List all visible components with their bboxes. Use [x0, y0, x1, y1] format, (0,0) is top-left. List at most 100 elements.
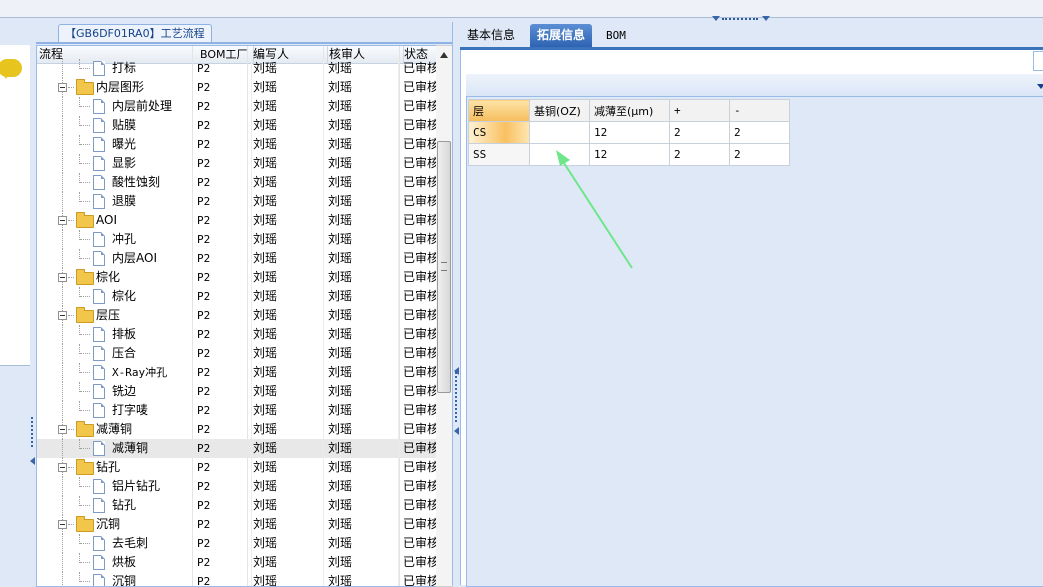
- col-header-layer[interactable]: 层: [468, 99, 530, 122]
- col-header-thin-to[interactable]: 减薄至(μm): [589, 99, 670, 122]
- tree-node[interactable]: 减薄铜: [37, 420, 192, 439]
- collapse-up-icon[interactable]: [712, 16, 720, 21]
- tree-row[interactable]: 内层AOI P2 刘瑶 刘瑶 已审核: [37, 249, 437, 268]
- cell-reviewer: 刘瑶: [323, 534, 399, 553]
- tree-node[interactable]: 棕化: [37, 287, 192, 306]
- cell-thin-to[interactable]: 12: [589, 121, 670, 144]
- tab-basic-info[interactable]: 基本信息: [460, 24, 522, 47]
- tree-node[interactable]: 内层前处理: [37, 97, 192, 116]
- tree-row[interactable]: 铝片钻孔 P2 刘瑶 刘瑶 已审核: [37, 477, 437, 496]
- tree-node-label: 铝片钻孔: [112, 479, 161, 493]
- col-header-minus-tol[interactable]: -: [729, 99, 790, 122]
- cell-plus-tol[interactable]: 2: [669, 121, 730, 144]
- collapse-left-icon[interactable]: [454, 427, 459, 435]
- tree-row[interactable]: 去毛刺 P2 刘瑶 刘瑶 已审核: [37, 534, 437, 553]
- collapse-toggle-icon[interactable]: [58, 216, 67, 225]
- tree-row[interactable]: 打字唛 P2 刘瑶 刘瑶 已审核: [37, 401, 437, 420]
- tree-node[interactable]: 排板: [37, 325, 192, 344]
- scroll-up-icon[interactable]: [440, 52, 448, 58]
- detail-panel-tool[interactable]: [1033, 51, 1043, 71]
- cell-layer[interactable]: SS: [468, 143, 530, 166]
- cell-base-copper[interactable]: [529, 121, 590, 144]
- tree-node[interactable]: 内层AOI: [37, 249, 192, 268]
- tree-scrollbar[interactable]: [436, 45, 453, 587]
- tree-node[interactable]: 铝片钻孔: [37, 477, 192, 496]
- cell-minus-tol[interactable]: 2: [729, 121, 790, 144]
- tree-connector: [80, 125, 90, 127]
- tree-row[interactable]: 内层前处理 P2 刘瑶 刘瑶 已审核: [37, 97, 437, 116]
- collapse-up-icon-2[interactable]: [762, 16, 770, 21]
- collapse-toggle-icon[interactable]: [58, 83, 67, 92]
- tree-row[interactable]: AOI P2 刘瑶 刘瑶 已审核: [37, 211, 437, 230]
- table-row[interactable]: SS 12 2 2: [468, 143, 790, 166]
- collapse-toggle-icon[interactable]: [58, 273, 67, 282]
- collapse-toggle-icon[interactable]: [58, 425, 67, 434]
- tree-row[interactable]: 钻孔 P2 刘瑶 刘瑶 已审核: [37, 458, 437, 477]
- tree-node-label: 打字唛: [112, 403, 149, 417]
- tree-row[interactable]: 打标 P2 刘瑶 刘瑶 已审核: [37, 59, 437, 78]
- tree-node[interactable]: 酸性蚀刻: [37, 173, 192, 192]
- tree-row[interactable]: 减薄铜 P2 刘瑶 刘瑶 已审核: [37, 439, 437, 458]
- tree-node[interactable]: 层压: [37, 306, 192, 325]
- tree-node[interactable]: 曝光: [37, 135, 192, 154]
- tree-row[interactable]: 棕化 P2 刘瑶 刘瑶 已审核: [37, 268, 437, 287]
- tree-node[interactable]: 棕化: [37, 268, 192, 287]
- tree-row[interactable]: X-Ray冲孔 P2 刘瑶 刘瑶 已审核: [37, 363, 437, 382]
- cell-status: 已审核: [403, 441, 438, 455]
- tree-row[interactable]: 烘板 P2 刘瑶 刘瑶 已审核: [37, 553, 437, 572]
- tree-node[interactable]: 钻孔: [37, 458, 192, 477]
- tree-row[interactable]: 退膜 P2 刘瑶 刘瑶 已审核: [37, 192, 437, 211]
- scrollbar-thumb[interactable]: [437, 141, 451, 393]
- tree-row[interactable]: 沉铜 P2 刘瑶 刘瑶 已审核: [37, 515, 437, 534]
- tree-row[interactable]: 减薄铜 P2 刘瑶 刘瑶 已审核: [37, 420, 437, 439]
- tree-node[interactable]: 打字唛: [37, 401, 192, 420]
- cell-layer[interactable]: CS: [468, 121, 530, 144]
- tree-node[interactable]: AOI: [37, 211, 192, 230]
- tree-row[interactable]: 排板 P2 刘瑶 刘瑶 已审核: [37, 325, 437, 344]
- tree-node[interactable]: 铣边: [37, 382, 192, 401]
- col-header-plus-tol[interactable]: +: [669, 99, 730, 122]
- tree-node[interactable]: X-Ray冲孔: [37, 363, 192, 382]
- tree-node[interactable]: 打标: [37, 59, 192, 78]
- tree-row[interactable]: 内层图形 P2 刘瑶 刘瑶 已审核: [37, 78, 437, 97]
- document-icon: [93, 137, 105, 152]
- tree-row[interactable]: 贴膜 P2 刘瑶 刘瑶 已审核: [37, 116, 437, 135]
- table-row[interactable]: CS 12 2 2: [468, 121, 790, 144]
- tree-row[interactable]: 压合 P2 刘瑶 刘瑶 已审核: [37, 344, 437, 363]
- tree-node[interactable]: 退膜: [37, 192, 192, 211]
- chat-bubble-icon[interactable]: [0, 59, 22, 79]
- cell-writer: 刘瑶: [247, 382, 324, 401]
- tree-node[interactable]: 钻孔: [37, 496, 192, 515]
- tree-row[interactable]: 曝光 P2 刘瑶 刘瑶 已审核: [37, 135, 437, 154]
- collapse-toggle-icon[interactable]: [58, 520, 67, 529]
- tree-node[interactable]: 减薄铜: [37, 439, 192, 458]
- tree-row[interactable]: 显影 P2 刘瑶 刘瑶 已审核: [37, 154, 437, 173]
- tree-node[interactable]: 贴膜: [37, 116, 192, 135]
- cell-base-copper[interactable]: [529, 143, 590, 166]
- tree-row[interactable]: 酸性蚀刻 P2 刘瑶 刘瑶 已审核: [37, 173, 437, 192]
- tree-node[interactable]: 显影: [37, 154, 192, 173]
- tree-node[interactable]: 内层图形: [37, 78, 192, 97]
- collapse-toggle-icon[interactable]: [58, 311, 67, 320]
- tree-node[interactable]: 烘板: [37, 553, 192, 572]
- collapse-left-icon[interactable]: [30, 457, 35, 465]
- collapse-panel-icon[interactable]: [1037, 84, 1043, 89]
- tree-row[interactable]: 钻孔 P2 刘瑶 刘瑶 已审核: [37, 496, 437, 515]
- col-header-base-copper[interactable]: 基铜(OZ): [529, 99, 590, 122]
- cell-plus-tol[interactable]: 2: [669, 143, 730, 166]
- tree-row[interactable]: 冲孔 P2 刘瑶 刘瑶 已审核: [37, 230, 437, 249]
- tree-node[interactable]: 去毛刺: [37, 534, 192, 553]
- tree-row[interactable]: 铣边 P2 刘瑶 刘瑶 已审核: [37, 382, 437, 401]
- cell-writer: 刘瑶: [247, 268, 324, 287]
- process-flow-tab[interactable]: 【GB6DF01RA0】工艺流程: [58, 24, 212, 43]
- tree-node[interactable]: 冲孔: [37, 230, 192, 249]
- tree-node[interactable]: 沉铜: [37, 515, 192, 534]
- tree-row[interactable]: 层压 P2 刘瑶 刘瑶 已审核: [37, 306, 437, 325]
- tree-row[interactable]: 棕化 P2 刘瑶 刘瑶 已审核: [37, 287, 437, 306]
- collapse-toggle-icon[interactable]: [58, 463, 67, 472]
- tab-extended-info[interactable]: 拓展信息: [530, 24, 593, 47]
- cell-minus-tol[interactable]: 2: [729, 143, 790, 166]
- tab-bom[interactable]: BOM: [599, 24, 633, 47]
- tree-node[interactable]: 压合: [37, 344, 192, 363]
- cell-thin-to[interactable]: 12: [589, 143, 670, 166]
